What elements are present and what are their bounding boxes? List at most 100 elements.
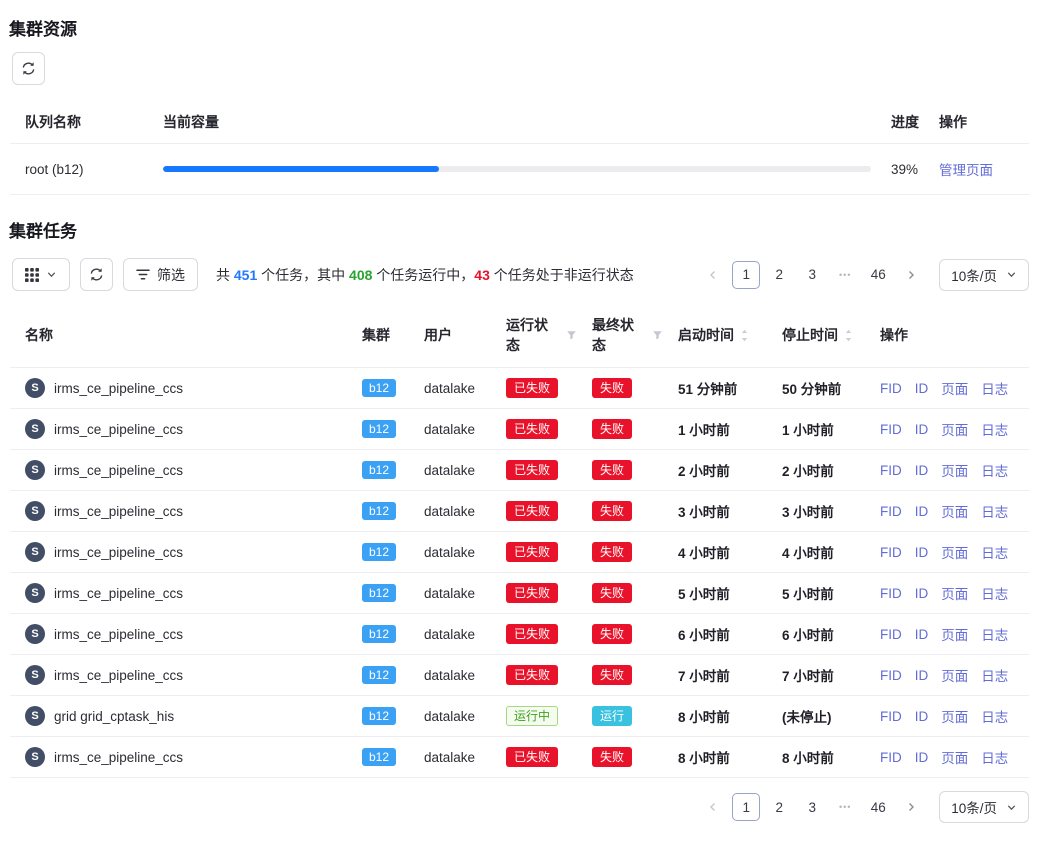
action-link-page[interactable]: 页面 bbox=[941, 460, 968, 480]
action-link-fid[interactable]: FID bbox=[880, 504, 902, 519]
task-actions: FID ID 页面日志 bbox=[865, 583, 1029, 603]
page-button-1[interactable]: 1 bbox=[732, 793, 760, 821]
final-status-badge: 失败 bbox=[592, 583, 632, 603]
page-button-3[interactable]: 3 bbox=[798, 261, 826, 289]
action-link-log[interactable]: 日志 bbox=[981, 378, 1008, 398]
page-button-46[interactable]: 46 bbox=[864, 261, 892, 289]
action-link-id[interactable]: ID bbox=[915, 545, 929, 560]
action-link-page[interactable]: 页面 bbox=[941, 665, 968, 685]
column-header-label: 名称 bbox=[25, 325, 53, 345]
sort-icon[interactable] bbox=[844, 329, 853, 342]
action-link-id[interactable]: ID bbox=[915, 381, 929, 396]
action-link-log[interactable]: 日志 bbox=[981, 706, 1008, 726]
action-link-fid[interactable]: FID bbox=[880, 422, 902, 437]
summary-stopped-count: 43 bbox=[474, 267, 490, 283]
action-link-log[interactable]: 日志 bbox=[981, 501, 1008, 521]
spark-avatar-icon: S bbox=[25, 706, 45, 726]
run-status-badge: 已失败 bbox=[506, 542, 558, 562]
column-header-user: 用户 bbox=[409, 325, 491, 345]
page-button-2[interactable]: 2 bbox=[765, 793, 793, 821]
action-link-id[interactable]: ID bbox=[915, 750, 929, 765]
column-header-label: 最终状态 bbox=[592, 315, 646, 355]
sort-icon[interactable] bbox=[740, 329, 749, 342]
action-link-fid[interactable]: FID bbox=[880, 668, 902, 683]
action-link-log[interactable]: 日志 bbox=[981, 624, 1008, 644]
start-time: 2 小时前 bbox=[663, 460, 767, 480]
action-link-log[interactable]: 日志 bbox=[981, 665, 1008, 685]
final-status-badge: 失败 bbox=[592, 542, 632, 562]
action-link-page[interactable]: 页面 bbox=[941, 378, 968, 398]
page-size-select[interactable]: 10条/页 bbox=[939, 791, 1029, 823]
action-link-page[interactable]: 页面 bbox=[941, 624, 968, 644]
action-link-id[interactable]: ID bbox=[915, 504, 929, 519]
task-name: irms_ce_pipeline_ccs bbox=[54, 586, 183, 601]
action-link-fid[interactable]: FID bbox=[880, 545, 902, 560]
page-size-select[interactable]: 10条/页 bbox=[939, 259, 1029, 291]
action-link-id[interactable]: ID bbox=[915, 709, 929, 724]
cluster-badge: b12 bbox=[362, 543, 396, 561]
progress-percent: 39% bbox=[883, 162, 939, 177]
action-link-page[interactable]: 页面 bbox=[941, 542, 968, 562]
start-time: 1 小时前 bbox=[663, 419, 767, 439]
grid-view-icon bbox=[25, 268, 39, 282]
action-link-fid[interactable]: FID bbox=[880, 709, 902, 724]
action-link-fid[interactable]: FID bbox=[880, 381, 902, 396]
prev-page-button[interactable] bbox=[699, 793, 727, 821]
start-time: 3 小时前 bbox=[663, 501, 767, 521]
action-link-fid[interactable]: FID bbox=[880, 463, 902, 478]
chevron-down-icon bbox=[1006, 269, 1017, 280]
action-link-log[interactable]: 日志 bbox=[981, 747, 1008, 767]
spark-avatar-icon: S bbox=[25, 583, 45, 603]
stop-time: 4 小时前 bbox=[767, 542, 865, 562]
manage-page-link[interactable]: 管理页面 bbox=[939, 163, 993, 178]
action-link-page[interactable]: 页面 bbox=[941, 419, 968, 439]
action-link-page[interactable]: 页面 bbox=[941, 583, 968, 603]
tasks-section-title: 集群任务 bbox=[0, 217, 1039, 242]
cluster-badge: b12 bbox=[362, 584, 396, 602]
task-row: Sirms_ce_pipeline_ccsb12datalake已失败失败1 小… bbox=[10, 409, 1029, 450]
action-link-fid[interactable]: FID bbox=[880, 627, 902, 642]
action-link-log[interactable]: 日志 bbox=[981, 460, 1008, 480]
action-link-fid[interactable]: FID bbox=[880, 750, 902, 765]
action-link-id[interactable]: ID bbox=[915, 463, 929, 478]
action-link-id[interactable]: ID bbox=[915, 422, 929, 437]
cluster-badge: b12 bbox=[362, 420, 396, 438]
spark-avatar-icon: S bbox=[25, 542, 45, 562]
page-button-46[interactable]: 46 bbox=[864, 793, 892, 821]
stop-time: 50 分钟前 bbox=[767, 378, 865, 398]
task-name-cell: Sirms_ce_pipeline_ccs bbox=[10, 501, 347, 521]
start-time: 5 小时前 bbox=[663, 583, 767, 603]
column-header-label: 操作 bbox=[880, 325, 908, 345]
action-link-id[interactable]: ID bbox=[915, 627, 929, 642]
next-page-button[interactable] bbox=[897, 793, 925, 821]
action-link-log[interactable]: 日志 bbox=[981, 419, 1008, 439]
filter-icon[interactable] bbox=[566, 330, 577, 341]
next-page-button[interactable] bbox=[897, 261, 925, 289]
refresh-tasks-button[interactable] bbox=[80, 258, 113, 291]
filter-icon[interactable] bbox=[652, 330, 663, 341]
action-link-page[interactable]: 页面 bbox=[941, 706, 968, 726]
action-link-id[interactable]: ID bbox=[915, 668, 929, 683]
action-link-page[interactable]: 页面 bbox=[941, 747, 968, 767]
final-status-badge: 失败 bbox=[592, 460, 632, 480]
column-header-final_status: 最终状态 bbox=[577, 315, 663, 355]
page-button-1[interactable]: 1 bbox=[732, 261, 760, 289]
page-button-3[interactable]: 3 bbox=[798, 793, 826, 821]
filter-button[interactable]: 筛选 bbox=[123, 258, 198, 291]
stop-time: 2 小时前 bbox=[767, 460, 865, 480]
prev-page-button[interactable] bbox=[699, 261, 727, 289]
view-switch-button[interactable] bbox=[12, 258, 70, 291]
run-status-badge: 运行中 bbox=[506, 706, 558, 726]
page-button-2[interactable]: 2 bbox=[765, 261, 793, 289]
action-link-page[interactable]: 页面 bbox=[941, 501, 968, 521]
task-name: irms_ce_pipeline_ccs bbox=[54, 627, 183, 642]
task-row: Sirms_ce_pipeline_ccsb12datalake已失败失败2 小… bbox=[10, 450, 1029, 491]
column-header-actions: 操作 bbox=[939, 112, 1029, 132]
action-link-fid[interactable]: FID bbox=[880, 586, 902, 601]
refresh-resources-button[interactable] bbox=[12, 52, 45, 85]
action-link-log[interactable]: 日志 bbox=[981, 583, 1008, 603]
action-link-log[interactable]: 日志 bbox=[981, 542, 1008, 562]
action-link-id[interactable]: ID bbox=[915, 586, 929, 601]
summary-mid2: 个任务运行中， bbox=[372, 267, 474, 283]
task-name: irms_ce_pipeline_ccs bbox=[54, 545, 183, 560]
